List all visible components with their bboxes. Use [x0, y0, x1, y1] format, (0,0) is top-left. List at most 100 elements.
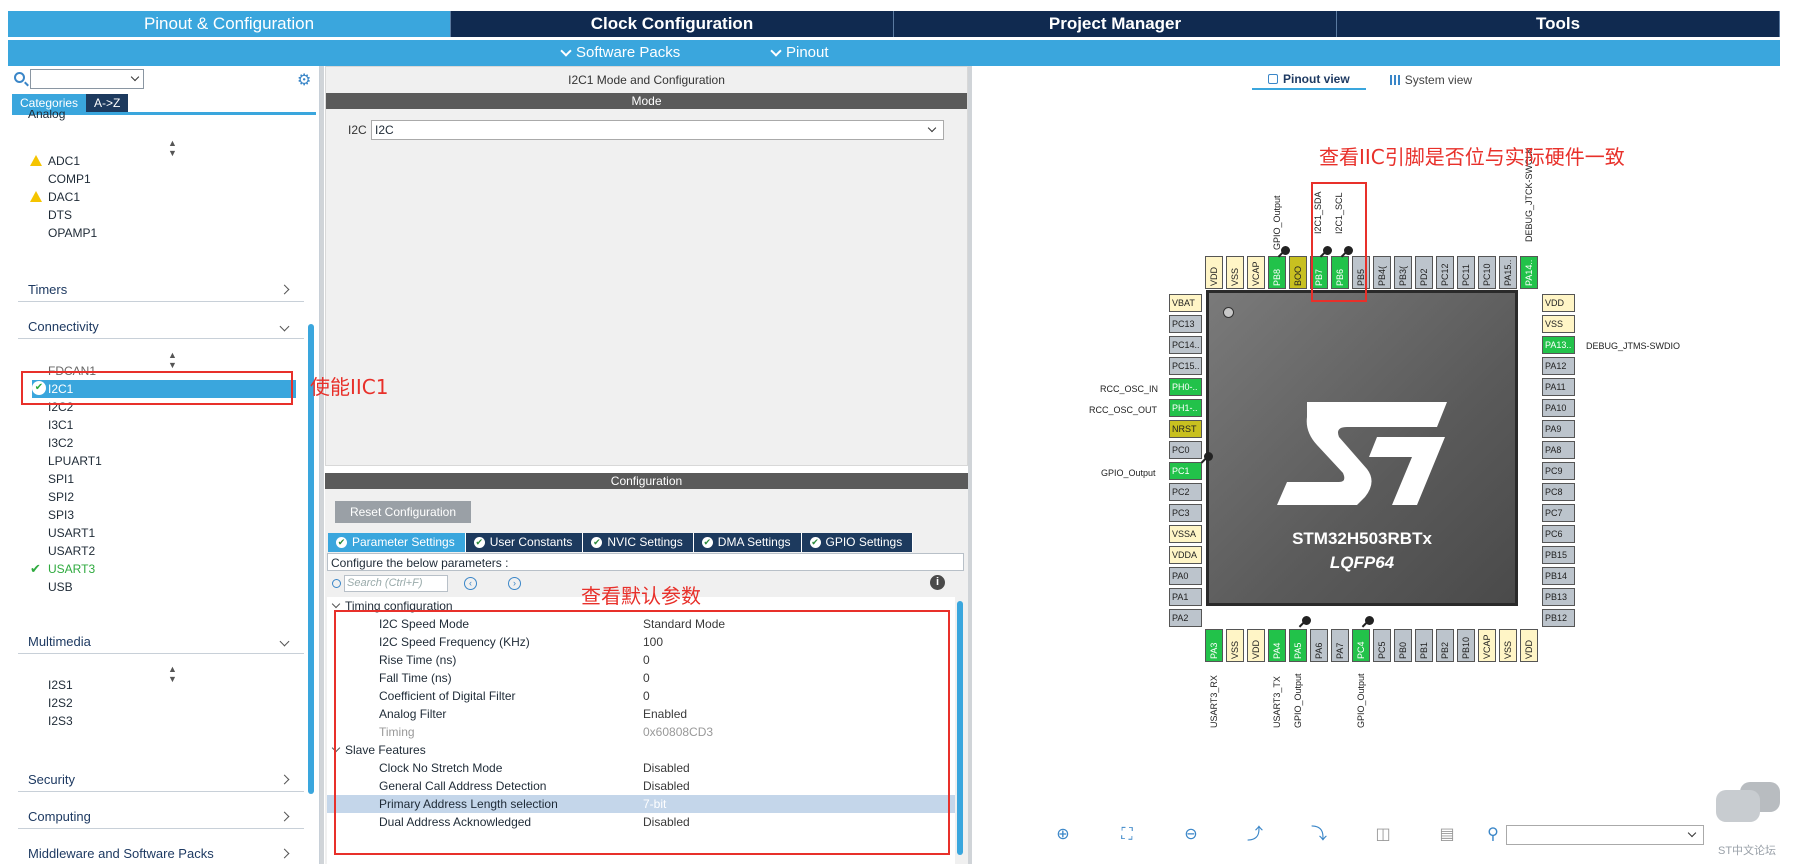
pin-pc0[interactable]: PC0 [1169, 441, 1202, 459]
pin-pc11[interactable]: PC11 [1457, 256, 1475, 289]
group-middleware[interactable]: Middleware and Software Packs [18, 846, 304, 864]
pin-pb14[interactable]: PB14 [1542, 567, 1575, 585]
pin-bottom-vcap[interactable]: VCAP [1478, 629, 1496, 662]
list-item-i2s3[interactable]: I2S3 [48, 712, 73, 730]
pin-pa4[interactable]: PA4 [1268, 629, 1286, 662]
pin-top-vcap[interactable]: VCAP [1247, 256, 1265, 289]
pin-pc5[interactable]: PC5 [1373, 629, 1391, 662]
pin-nrst[interactable]: NRST [1169, 420, 1202, 438]
pin-pa8[interactable]: PA8 [1542, 441, 1575, 459]
pin-boot[interactable]: BOO [1289, 256, 1307, 289]
pin-pb3[interactable]: PB3( [1394, 256, 1412, 289]
pin-pb13[interactable]: PB13 [1542, 588, 1575, 606]
pin-ph0[interactable]: PH0-.. [1169, 378, 1202, 396]
pin-pd2[interactable]: PD2 [1415, 256, 1433, 289]
rotate-left-icon[interactable]: ⤵ [1310, 826, 1328, 844]
tab-parameter-settings[interactable]: ✔ Parameter Settings [328, 533, 466, 552]
previous-icon[interactable]: ‹ [464, 577, 477, 590]
pin-pc10[interactable]: PC10 [1478, 256, 1496, 289]
pin-pb12[interactable]: PB12 [1542, 609, 1575, 627]
group-computing[interactable]: Computing [18, 809, 304, 829]
pin-pc9[interactable]: PC9 [1542, 462, 1575, 480]
tab-clock-configuration[interactable]: Clock Configuration [451, 11, 894, 37]
parameter-search-input[interactable]: Search (Ctrl+F) [344, 575, 448, 592]
pin-pa13[interactable]: PA13.. [1542, 336, 1575, 354]
pin-pc3[interactable]: PC3 [1169, 504, 1202, 522]
pin-pa12[interactable]: PA12 [1542, 357, 1575, 375]
pin-pa11[interactable]: PA11 [1542, 378, 1575, 396]
pin-vbat[interactable]: VBAT [1169, 294, 1202, 312]
rotate-right-icon[interactable]: ⤴ [1246, 826, 1264, 844]
pin-pa3[interactable]: PA3 [1205, 629, 1223, 662]
pin-top-vss[interactable]: VSS [1226, 256, 1244, 289]
pin-pc4[interactable]: PC4 [1352, 629, 1370, 662]
system-view-button[interactable]: System view [1389, 70, 1472, 90]
pin-pb4[interactable]: PB4( [1373, 256, 1391, 289]
pin-vssa[interactable]: VSSA [1169, 525, 1202, 543]
next-icon[interactable]: › [508, 577, 521, 590]
pin-pb2[interactable]: PB2 [1436, 629, 1454, 662]
pin-bottom-vss[interactable]: VSS [1226, 629, 1244, 662]
splitter-left[interactable] [320, 66, 324, 864]
fit-screen-icon[interactable]: ⛶ [1118, 826, 1136, 844]
pin-pc15[interactable]: PC15.. [1169, 357, 1202, 375]
zoom-in-icon[interactable]: ⊕ [1054, 826, 1072, 844]
tab-tools[interactable]: Tools [1337, 11, 1780, 37]
list-item-i2s2[interactable]: I2S2 [48, 694, 73, 712]
pin-top-vdd[interactable]: VDD [1205, 256, 1223, 289]
pin-pa9[interactable]: PA9 [1542, 420, 1575, 438]
pin-ph1[interactable]: PH1-.. [1169, 399, 1202, 417]
pin-pc14[interactable]: PC14.. [1169, 336, 1202, 354]
flip-horizontal-icon[interactable]: ▤ [1438, 826, 1456, 844]
pin-vdd[interactable]: VDD [1542, 294, 1575, 312]
pinout-menu[interactable]: Pinout [770, 44, 829, 61]
tab-pinout-configuration[interactable]: Pinout & Configuration [8, 11, 451, 37]
pin-pc13[interactable]: PC13 [1169, 315, 1202, 333]
pin-pb15[interactable]: PB15 [1542, 546, 1575, 564]
pin-pa14[interactable]: PA14.. [1520, 256, 1538, 289]
pin-pa5[interactable]: PA5 [1289, 629, 1307, 662]
scrollbar[interactable] [957, 601, 963, 855]
pin-pa1[interactable]: PA1 [1169, 588, 1202, 606]
i2c-mode-select[interactable]: I2C [371, 120, 944, 140]
info-icon[interactable]: i [930, 575, 945, 590]
pin-bottom-vss2[interactable]: VSS [1499, 629, 1517, 662]
pin-pc12[interactable]: PC12 [1436, 256, 1454, 289]
pin-pa7[interactable]: PA7 [1331, 629, 1349, 662]
tab-gpio-settings[interactable]: ✔ GPIO Settings [801, 533, 914, 552]
pin-text: PC10 [1482, 263, 1492, 286]
pin-bottom-vdd2[interactable]: VDD [1520, 629, 1538, 662]
zoom-out-icon[interactable]: ⊖ [1182, 826, 1200, 844]
pinout-view-button[interactable]: Pinout view [1252, 70, 1366, 90]
pin-bottom-vdd[interactable]: VDD [1247, 629, 1265, 662]
tab-dma-settings[interactable]: ✔ DMA Settings [693, 533, 802, 552]
pin-pa0[interactable]: PA0 [1169, 567, 1202, 585]
pin-pc2[interactable]: PC2 [1169, 483, 1202, 501]
pin-pc6[interactable]: PC6 [1542, 525, 1575, 543]
list-item-i2s1[interactable]: I2S1 [48, 676, 73, 694]
pin-search-input[interactable] [1506, 825, 1704, 845]
pin-vss[interactable]: VSS [1542, 315, 1575, 333]
pin-text: PC4 [1356, 641, 1366, 659]
pin-text: PB3( [1398, 265, 1408, 286]
reset-configuration-button[interactable]: Reset Configuration [335, 501, 471, 523]
pin-pc1[interactable]: PC1 [1169, 462, 1202, 480]
pin-pb8[interactable]: PB8 [1268, 256, 1286, 289]
pin-pa15[interactable]: PA15.. [1499, 256, 1517, 289]
pin-pa10[interactable]: PA10 [1542, 399, 1575, 417]
group-security[interactable]: Security [18, 772, 304, 792]
pin-pb10[interactable]: PB10 [1457, 629, 1475, 662]
tab-project-manager[interactable]: Project Manager [894, 11, 1337, 37]
sort-icon[interactable]: ▲ ▼ [168, 664, 177, 684]
pin-vdda[interactable]: VDDA [1169, 546, 1202, 564]
pin-pc7[interactable]: PC7 [1542, 504, 1575, 522]
pin-pb1[interactable]: PB1 [1415, 629, 1433, 662]
tab-nvic-settings[interactable]: ✔ NVIC Settings [583, 533, 694, 552]
tab-user-constants[interactable]: ✔ User Constants [465, 533, 584, 552]
flip-vertical-icon[interactable]: ◫ [1374, 826, 1392, 844]
pin-pc8[interactable]: PC8 [1542, 483, 1575, 501]
pin-pa6[interactable]: PA6 [1310, 629, 1328, 662]
software-packs-menu[interactable]: Software Packs [560, 44, 680, 61]
pin-pa2[interactable]: PA2 [1169, 609, 1202, 627]
pin-pb0[interactable]: PB0 [1394, 629, 1412, 662]
